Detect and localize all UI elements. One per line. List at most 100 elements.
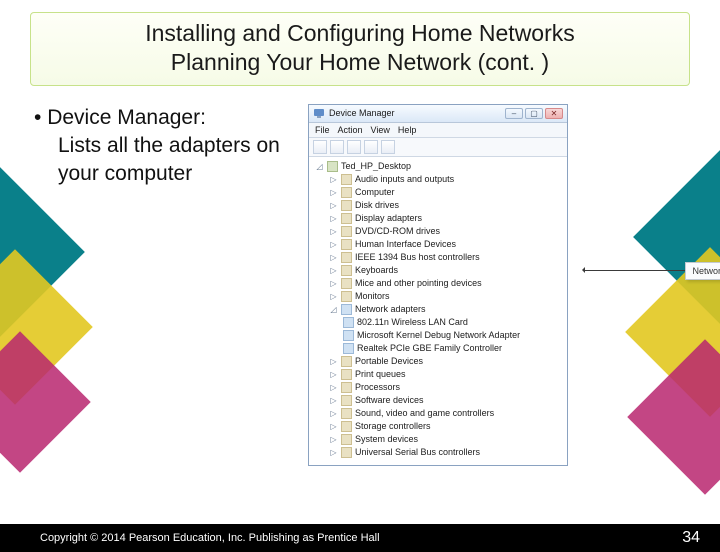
computer-icon [327, 161, 338, 172]
expand-icon[interactable]: ▷ [329, 409, 338, 418]
callout: Network adapters [583, 262, 720, 280]
toolbar-button[interactable] [364, 140, 378, 154]
category-icon [341, 252, 352, 263]
expand-icon[interactable]: ▷ [329, 175, 338, 184]
menu-help[interactable]: Help [398, 125, 417, 135]
tree-category[interactable]: ▷ Software devices [313, 394, 563, 407]
expand-icon[interactable]: ▷ [329, 448, 338, 457]
tree-device[interactable]: Realtek PCIe GBE Family Controller [313, 342, 563, 355]
category-icon [341, 174, 352, 185]
expand-icon[interactable]: ▷ [329, 370, 338, 379]
category-label: Mice and other pointing devices [355, 278, 482, 288]
menu-view[interactable]: View [371, 125, 390, 135]
collapse-icon[interactable]: ◿ [329, 305, 338, 314]
expand-icon[interactable]: ▷ [329, 435, 338, 444]
minimize-button[interactable]: – [505, 108, 523, 119]
expand-icon[interactable]: ▷ [329, 188, 338, 197]
window-title: Device Manager [329, 108, 505, 118]
category-label: Portable Devices [355, 356, 423, 366]
toolbar-button[interactable] [313, 140, 327, 154]
category-icon [341, 408, 352, 419]
expand-icon[interactable]: ▷ [329, 292, 338, 301]
device-label: Realtek PCIe GBE Family Controller [357, 343, 502, 353]
callout-arrow [583, 270, 685, 271]
expand-icon[interactable]: ▷ [329, 214, 338, 223]
category-icon [341, 200, 352, 211]
category-icon [341, 421, 352, 432]
adapter-icon [343, 317, 354, 328]
category-label: Audio inputs and outputs [355, 174, 454, 184]
close-button[interactable]: ✕ [545, 108, 563, 119]
tree-category[interactable]: ▷ Monitors [313, 290, 563, 303]
toolbar-button[interactable] [330, 140, 344, 154]
category-label: Storage controllers [355, 421, 431, 431]
tree-category[interactable]: ▷IEEE 1394 Bus host controllers [313, 251, 563, 264]
tree-category[interactable]: ▷ Audio inputs and outputs [313, 173, 563, 186]
copyright-text: Copyright © 2014 Pearson Education, Inc.… [40, 532, 380, 544]
bullet-list: Device Manager: Lists all the adapters o… [34, 104, 294, 466]
tree-category[interactable]: ▷ Mice and other pointing devices [313, 277, 563, 290]
device-manager-window: Device Manager – ▢ ✕ File Action View He… [308, 104, 568, 466]
callout-label: Network adapters [685, 262, 720, 280]
device-tree: ◿ Ted_HP_Desktop ▷ Audio inputs and outpu… [309, 157, 567, 465]
device-label: Microsoft Kernel Debug Network Adapter [357, 330, 520, 340]
tree-category[interactable]: ▷Display adapters [313, 212, 563, 225]
category-label: Keyboards [355, 265, 398, 275]
menu-bar: File Action View Help [309, 123, 567, 138]
tree-root-label: Ted_HP_Desktop [341, 161, 411, 171]
expand-icon[interactable]: ▷ [329, 253, 338, 262]
tree-category[interactable]: ▷ Storage controllers [313, 420, 563, 433]
expand-icon[interactable]: ▷ [329, 279, 338, 288]
page-number: 34 [682, 529, 700, 547]
menu-file[interactable]: File [315, 125, 330, 135]
tree-category-network[interactable]: ◿Network adapters [313, 303, 563, 316]
expand-icon[interactable]: ▷ [329, 201, 338, 210]
tree-device[interactable]: 802.11n Wireless LAN Card [313, 316, 563, 329]
tree-category[interactable]: ▷Universal Serial Bus controllers [313, 446, 563, 459]
tree-category[interactable]: ▷Sound, video and game controllers [313, 407, 563, 420]
expand-icon[interactable]: ▷ [329, 240, 338, 249]
expand-icon[interactable]: ▷ [329, 357, 338, 366]
maximize-button[interactable]: ▢ [525, 108, 543, 119]
category-label: Monitors [355, 291, 390, 301]
tree-category[interactable]: ▷ Keyboards [313, 264, 563, 277]
expand-icon[interactable]: ▷ [329, 266, 338, 275]
bullet-lead: Device Manager: [47, 106, 206, 129]
tree-category[interactable]: ▷ System devices [313, 433, 563, 446]
expand-icon[interactable]: ▷ [329, 422, 338, 431]
category-icon [341, 239, 352, 250]
tree-category[interactable]: ▷ Human Interface Devices [313, 238, 563, 251]
tree-category[interactable]: ▷Print queues [313, 368, 563, 381]
category-icon [341, 278, 352, 289]
expand-icon[interactable]: ▷ [329, 227, 338, 236]
menu-action[interactable]: Action [338, 125, 363, 135]
adapter-icon [343, 330, 354, 341]
category-icon [341, 434, 352, 445]
category-icon [341, 213, 352, 224]
category-icon [341, 356, 352, 367]
device-label: 802.11n Wireless LAN Card [357, 317, 468, 327]
tree-category[interactable]: ▷DVD/CD-ROM drives [313, 225, 563, 238]
toolbar-button[interactable] [381, 140, 395, 154]
tree-category[interactable]: ▷Processors [313, 381, 563, 394]
slide-title-line2: Planning Your Home Network (cont. ) [41, 48, 679, 77]
toolbar [309, 138, 567, 157]
window-titlebar: Device Manager – ▢ ✕ [309, 105, 567, 123]
tree-category[interactable]: ▷Computer [313, 186, 563, 199]
expand-icon[interactable]: ▷ [329, 383, 338, 392]
category-label: Human Interface Devices [355, 239, 456, 249]
tree-category[interactable]: ▷ Portable Devices [313, 355, 563, 368]
toolbar-button[interactable] [347, 140, 361, 154]
expand-icon[interactable]: ▷ [329, 396, 338, 405]
slide-title-line1: Installing and Configuring Home Networks [41, 19, 679, 48]
tree-device[interactable]: Microsoft Kernel Debug Network Adapter [313, 329, 563, 342]
bullet-item: Device Manager: Lists all the adapters o… [34, 104, 294, 189]
screenshot-region: Device Manager – ▢ ✕ File Action View He… [308, 104, 690, 466]
tree-category[interactable]: ▷Disk drives [313, 199, 563, 212]
collapse-icon[interactable]: ◿ [315, 162, 324, 171]
category-icon [341, 265, 352, 276]
category-label: Software devices [355, 395, 424, 405]
tree-root[interactable]: ◿ Ted_HP_Desktop [313, 160, 563, 173]
category-label: System devices [355, 434, 418, 444]
category-icon [341, 291, 352, 302]
